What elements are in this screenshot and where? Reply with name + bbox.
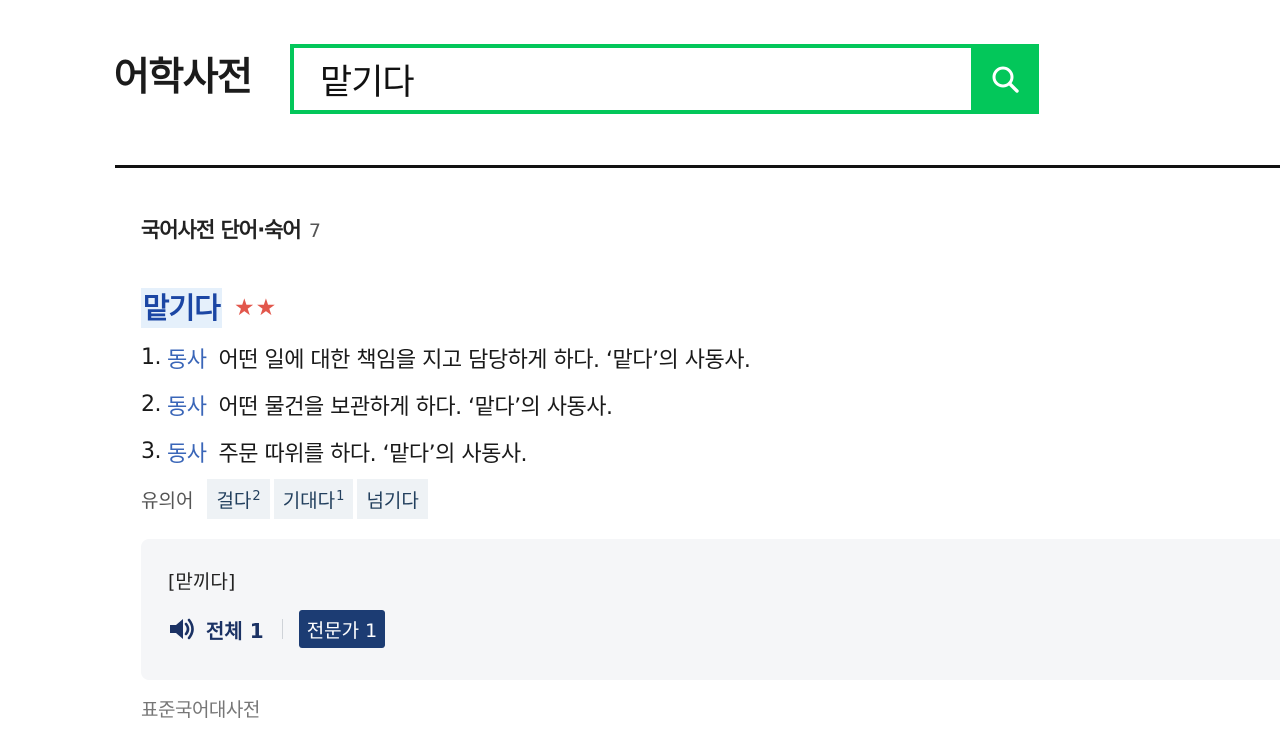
part-of-speech: 동사 [167, 441, 207, 467]
entry-word-link[interactable]: 맡기다 [141, 288, 223, 328]
definition-text: 주문 따위를 하다. ‘맡다’의 사동사. [218, 441, 528, 467]
synonym-chip[interactable]: 넘기다 [357, 479, 428, 519]
part-of-speech: 동사 [167, 347, 207, 373]
definition-item: 1. 동사 어떤 일에 대한 책임을 지고 담당하게 하다. ‘맡다’의 사동사… [141, 334, 751, 381]
search-button[interactable] [971, 44, 1039, 114]
audio-all-label: 전체 1 [206, 618, 264, 643]
header-divider [115, 165, 1280, 168]
audio-expert-button[interactable]: 전문가 1 [298, 610, 386, 648]
entry-header: 맡기다 ★★ [141, 288, 277, 328]
synonym-word: 기대다 [282, 489, 336, 512]
section-title-label: 국어사전 단어·숙어 [141, 218, 302, 242]
section-title: 국어사전 단어·숙어 7 [141, 214, 321, 244]
definition-list: 1. 동사 어떤 일에 대한 책임을 지고 담당하게 하다. ‘맡다’의 사동사… [141, 334, 751, 475]
definition-number: 1. [141, 345, 162, 370]
definition-item: 2. 동사 어떤 물건을 보관하게 하다. ‘맡다’의 사동사. [141, 381, 750, 428]
definition-number: 3. [141, 439, 162, 464]
importance-stars: ★★ [234, 295, 278, 321]
brand-title[interactable]: 어학사전 [114, 52, 253, 104]
synonym-label: 유의어 [141, 489, 194, 512]
dictionary-source[interactable]: 표준국어대사전 [141, 695, 260, 722]
search-icon [992, 66, 1019, 93]
audio-separator [281, 619, 283, 639]
definition-item: 3. 동사 주문 따위를 하다. ‘맡다’의 사동사. [141, 428, 750, 475]
section-count: 7 [308, 220, 321, 242]
definition-number: 2. [141, 392, 162, 417]
pronunciation-box: [맏끼다] 전체 1 전문가 1 [141, 539, 1280, 680]
synonym-chip[interactable]: 기대다 1 [273, 479, 354, 519]
dictionary-page: 어학사전 국어사전 단어·숙어 7 맡기다 ★★ 1. 동사 어떤 일에 대한 … [0, 0, 1280, 737]
pronunciation-text: [맏끼다] [168, 571, 236, 593]
audio-row: 전체 1 전문가 1 [168, 610, 386, 648]
part-of-speech: 동사 [167, 394, 207, 420]
search-box [290, 44, 1039, 114]
synonym-row: 유의어 걸다 2 기대다 1 넘기다 [141, 479, 428, 519]
synonym-word: 넘기다 [366, 489, 419, 512]
speaker-icon [170, 618, 194, 640]
homonym-number: 2 [252, 488, 261, 504]
homonym-number: 1 [336, 488, 345, 504]
definition-text: 어떤 물건을 보관하게 하다. ‘맡다’의 사동사. [218, 394, 613, 420]
definition-text: 어떤 일에 대한 책임을 지고 담당하게 하다. ‘맡다’의 사동사. [218, 347, 751, 373]
audio-all-button[interactable]: 전체 1 [168, 615, 264, 644]
search-input[interactable] [294, 48, 971, 110]
synonym-chip[interactable]: 걸다 2 [207, 479, 270, 519]
synonym-word: 걸다 [216, 489, 252, 512]
